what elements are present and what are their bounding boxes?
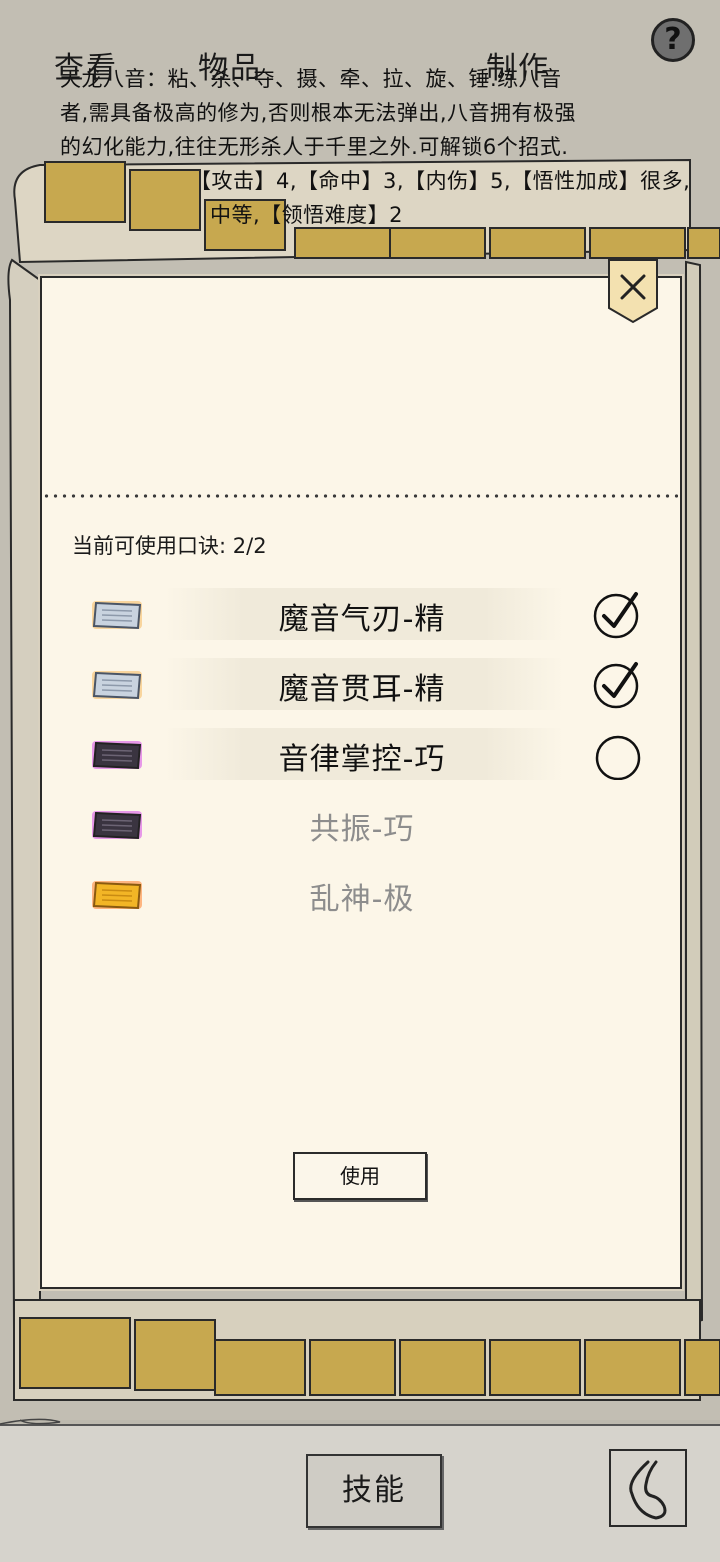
skill-book-icon	[92, 601, 142, 630]
skill-row[interactable]: 魔音气刃-精	[82, 586, 652, 642]
description-line: 的幻化能力,往往无形杀人于千里之外.可解锁6个招式.	[60, 135, 569, 159]
usable-formula-count: 当前可使用口诀: 2/2	[72, 530, 267, 560]
skill-name: 乱神-极	[309, 882, 415, 917]
skill-name: 魔音气刃-精	[278, 602, 446, 637]
skill-row: 共振-巧	[82, 796, 652, 852]
skill-selection-panel	[40, 276, 682, 1289]
skill-row[interactable]: 音律掌控-巧	[82, 726, 652, 782]
use-button[interactable]: 使用	[293, 1152, 427, 1200]
close-icon	[608, 259, 658, 324]
skill-name: 共振-巧	[309, 812, 415, 847]
back-button[interactable]	[608, 1448, 688, 1528]
description-line: 【攻击】4,【命中】3,【内伤】5,【悟性加成】很多,	[190, 169, 691, 193]
skill-name: 魔音贯耳-精	[278, 672, 446, 707]
unchecked-circle-icon[interactable]	[592, 728, 644, 780]
skill-book-icon	[92, 671, 142, 700]
tab-items[interactable]: 物品	[170, 38, 290, 102]
dotted-divider	[42, 494, 678, 498]
help-button[interactable]: ?	[651, 18, 695, 62]
skill-book-icon	[92, 741, 142, 770]
tab-view[interactable]: 查看	[26, 38, 146, 102]
checkmark-icon[interactable]	[592, 658, 644, 710]
tab-crafting[interactable]: 制作	[458, 38, 578, 102]
tab-skills[interactable]: 技能	[306, 1454, 442, 1528]
count-label: 当前可使用口诀:	[72, 534, 227, 558]
skill-book-icon	[92, 881, 142, 910]
ink-stroke-decoration	[0, 1418, 61, 1425]
skill-book-icon	[92, 811, 142, 840]
description-line: 中等,【领悟难度】2	[210, 203, 404, 227]
skill-row[interactable]: 魔音贯耳-精	[82, 656, 652, 712]
skill-row: 乱神-极	[82, 866, 652, 922]
count-value: 2/2	[232, 534, 267, 558]
skill-name: 音律掌控-巧	[278, 742, 446, 777]
close-button[interactable]	[606, 256, 660, 324]
checkmark-icon[interactable]	[592, 588, 644, 640]
